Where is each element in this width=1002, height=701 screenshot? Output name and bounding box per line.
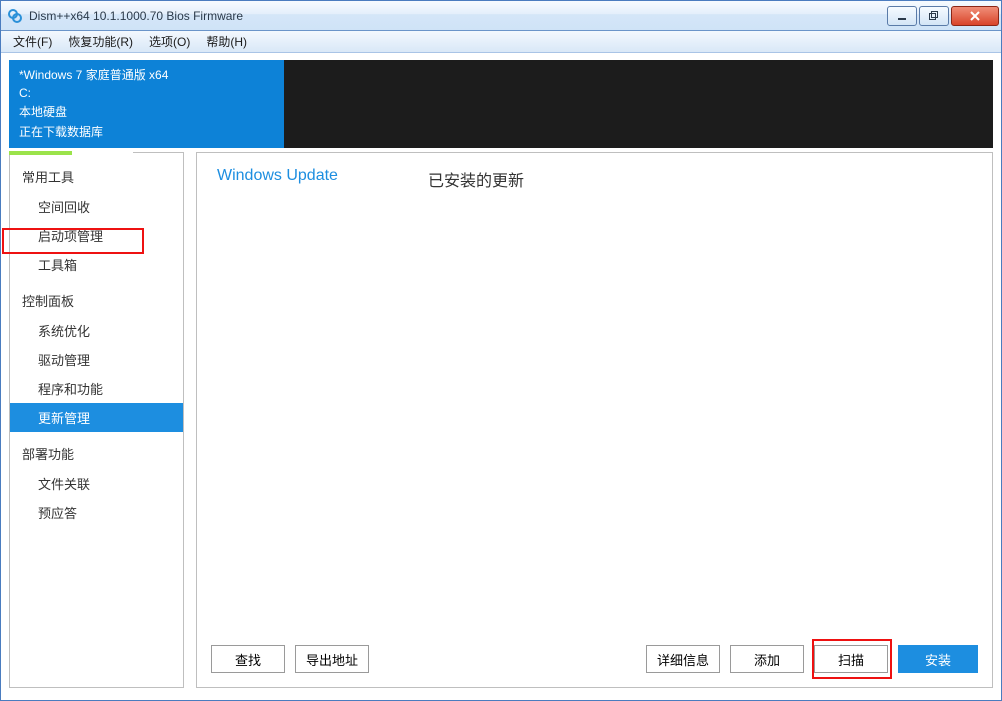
export-button[interactable]: 导出地址 xyxy=(295,645,369,673)
image-info-panel[interactable]: *Windows 7 家庭普通版 x64 C: 本地硬盘 正在下载数据库 xyxy=(9,60,284,148)
progress-seg-green xyxy=(9,151,72,155)
tabs-row: Windows Update 已安装的更新 xyxy=(197,153,992,191)
sidebar-item-space-cleanup[interactable]: 空间回收 xyxy=(10,192,183,221)
sidebar-group-deploy: 部署功能 xyxy=(10,438,183,469)
app-window: Dism++x64 10.1.1000.70 Bios Firmware 文件(… xyxy=(0,0,1002,701)
minimize-button[interactable] xyxy=(887,6,917,26)
app-icon xyxy=(7,8,23,24)
image-header-blank xyxy=(284,60,993,148)
window-title: Dism++x64 10.1.1000.70 Bios Firmware xyxy=(29,9,887,23)
sidebar-item-startup[interactable]: 启动项管理 xyxy=(10,221,183,250)
sidebar: 常用工具 空间回收 启动项管理 工具箱 控制面板 系统优化 驱动管理 程序和功能… xyxy=(9,152,184,688)
body-row: 常用工具 空间回收 启动项管理 工具箱 控制面板 系统优化 驱动管理 程序和功能… xyxy=(9,152,993,688)
update-list-area xyxy=(197,191,992,635)
maximize-button[interactable] xyxy=(919,6,949,26)
tab-installed-updates[interactable]: 已安装的更新 xyxy=(428,167,524,191)
tab-windows-update[interactable]: Windows Update xyxy=(217,167,338,191)
sidebar-item-preanswer[interactable]: 预应答 xyxy=(10,498,183,527)
titlebar: Dism++x64 10.1.1000.70 Bios Firmware xyxy=(1,1,1001,31)
sidebar-item-system-optimize[interactable]: 系统优化 xyxy=(10,316,183,345)
bottom-toolbar: 查找 导出地址 详细信息 添加 扫描 安装 xyxy=(197,635,992,687)
close-button[interactable] xyxy=(951,6,999,26)
os-line: *Windows 7 家庭普通版 x64 xyxy=(19,66,274,83)
details-button[interactable]: 详细信息 xyxy=(646,645,720,673)
disk-line: 本地硬盘 xyxy=(19,103,274,120)
menu-help[interactable]: 帮助(H) xyxy=(198,31,255,52)
workspace: *Windows 7 家庭普通版 x64 C: 本地硬盘 正在下载数据库 常用工… xyxy=(1,53,1001,700)
drive-line: C: xyxy=(19,86,274,100)
sidebar-group-tools: 常用工具 xyxy=(10,161,183,192)
sidebar-group-control-panel: 控制面板 xyxy=(10,285,183,316)
progress-seg-white xyxy=(72,151,133,155)
find-button[interactable]: 查找 xyxy=(211,645,285,673)
sidebar-item-toolbox[interactable]: 工具箱 xyxy=(10,250,183,279)
image-header: *Windows 7 家庭普通版 x64 C: 本地硬盘 正在下载数据库 xyxy=(9,60,993,148)
add-button[interactable]: 添加 xyxy=(730,645,804,673)
status-line: 正在下载数据库 xyxy=(19,123,274,140)
sidebar-item-programs[interactable]: 程序和功能 xyxy=(10,374,183,403)
window-controls xyxy=(887,6,999,26)
sidebar-item-file-assoc[interactable]: 文件关联 xyxy=(10,469,183,498)
menubar: 文件(F) 恢复功能(R) 选项(O) 帮助(H) xyxy=(1,31,1001,53)
scan-button[interactable]: 扫描 xyxy=(814,645,888,673)
sidebar-item-updates[interactable]: 更新管理 xyxy=(10,403,183,432)
install-button[interactable]: 安装 xyxy=(898,645,978,673)
menu-recovery[interactable]: 恢复功能(R) xyxy=(60,31,141,52)
download-progress xyxy=(9,144,284,148)
sidebar-item-driver-mgmt[interactable]: 驱动管理 xyxy=(10,345,183,374)
menu-file[interactable]: 文件(F) xyxy=(5,31,60,52)
menu-options[interactable]: 选项(O) xyxy=(141,31,198,52)
main-panel: Windows Update 已安装的更新 查找 导出地址 详细信息 添加 扫描… xyxy=(196,152,993,688)
